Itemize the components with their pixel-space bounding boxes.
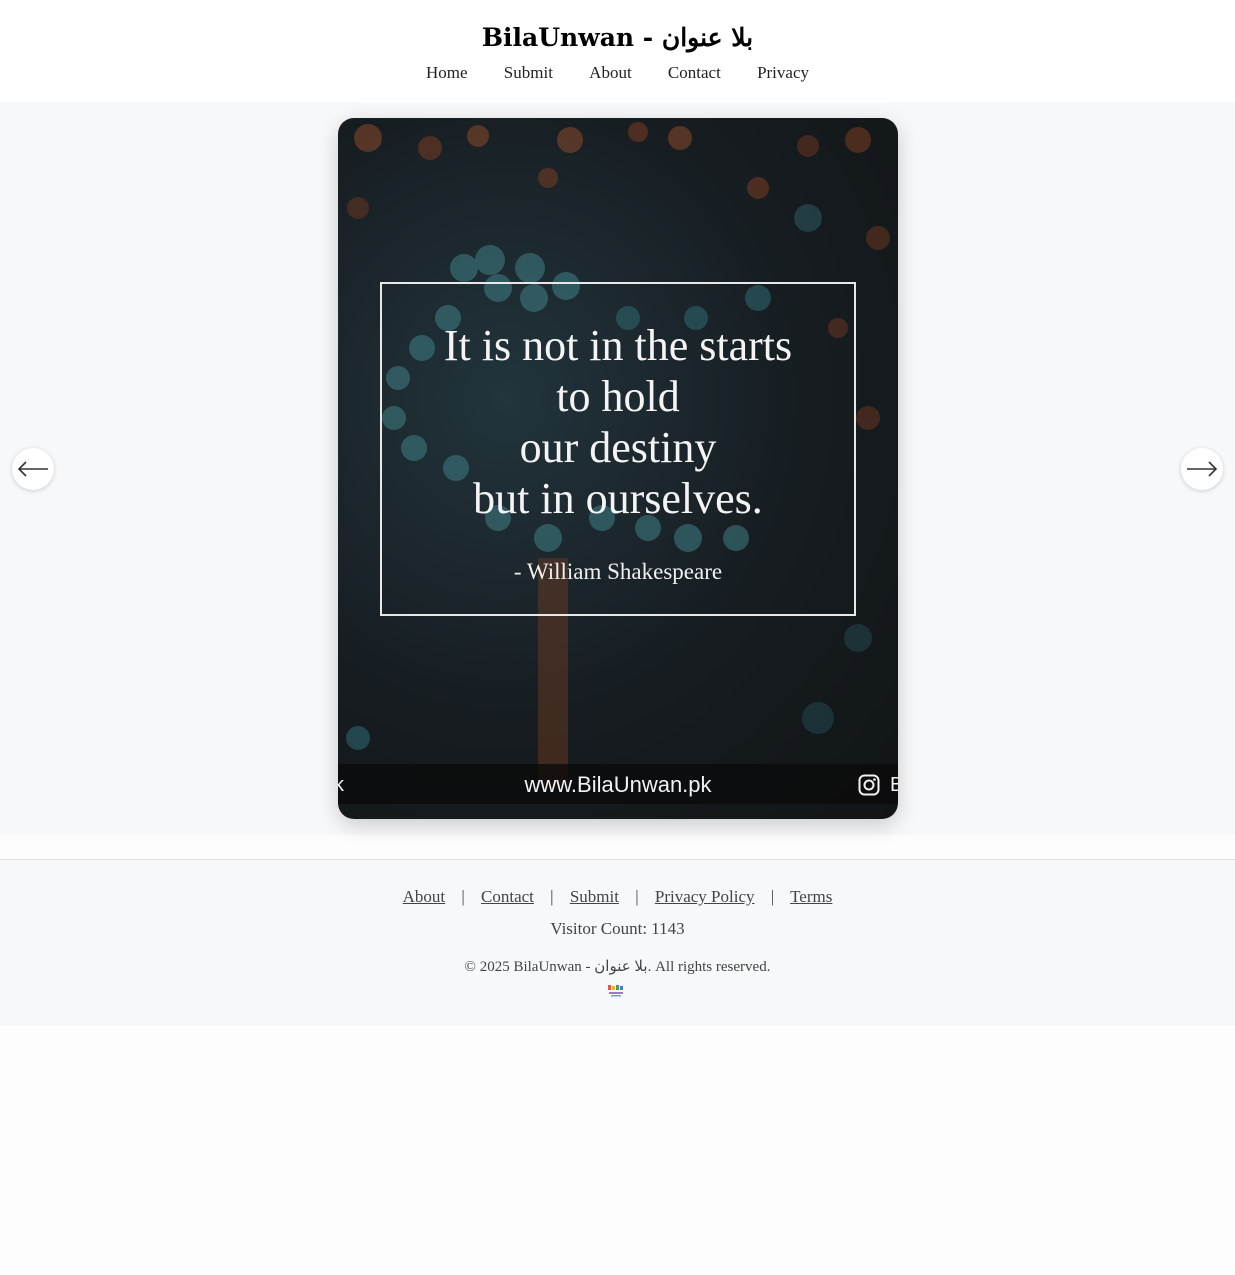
copyright-text: © 2025 BilaUnwan - بلا عنوان. All rights… <box>464 959 771 975</box>
quote-slider: It is not in the starts to hold our dest… <box>0 102 1235 835</box>
quote-line: but in ourselves. <box>473 474 763 523</box>
instagram-icon <box>858 774 880 796</box>
main-nav: Home Submit About Contact Privacy <box>0 62 1235 84</box>
footer-separator: | <box>770 887 775 906</box>
quote-line: It is not in the starts <box>443 321 793 370</box>
quote-text: It is not in the starts to hold our dest… <box>382 320 854 524</box>
site-footer: About | Contact | Submit | Privacy Polic… <box>0 859 1235 1026</box>
nav-item-submit[interactable]: Submit <box>504 62 553 84</box>
watermark-right-fragment: B <box>890 774 898 796</box>
site-logo-icon <box>608 985 623 997</box>
footer-separator: | <box>461 887 465 906</box>
watermark-bar: k www.BilaUnwan.pk B <box>338 764 898 804</box>
footer-link-contact[interactable]: Contact <box>481 887 534 906</box>
nav-item-contact[interactable]: Contact <box>668 62 721 84</box>
slider-prev-button[interactable] <box>12 448 54 490</box>
visitor-count: Visitor Count: 1143 <box>550 919 685 938</box>
footer-separator: | <box>635 887 639 906</box>
arrow-left-icon <box>17 461 48 477</box>
nav-item-about[interactable]: About <box>589 62 632 84</box>
footer-link-terms[interactable]: Terms <box>790 887 832 906</box>
watermark-url: www.BilaUnwan.pk <box>524 772 712 797</box>
quote-line: to hold <box>556 372 680 421</box>
quote-author: - William Shakespeare <box>513 559 723 584</box>
footer-link-privacy-policy[interactable]: Privacy Policy <box>655 887 755 906</box>
quote-line: our destiny <box>519 423 717 472</box>
site-header: BilaUnwan - بلا عنوان Home Submit About … <box>0 0 1235 102</box>
quote-slide-image: It is not in the starts to hold our dest… <box>338 118 898 819</box>
site-title: BilaUnwan - بلا عنوان <box>481 23 754 52</box>
arrow-right-icon <box>1187 461 1218 477</box>
nav-item-privacy[interactable]: Privacy <box>757 62 809 84</box>
footer-link-submit[interactable]: Submit <box>570 887 619 906</box>
nav-item-home[interactable]: Home <box>426 62 468 84</box>
quote-frame: It is not in the starts to hold our dest… <box>380 282 856 616</box>
slider-next-button[interactable] <box>1181 448 1223 490</box>
watermark-right: B <box>858 773 898 797</box>
footer-separator: | <box>550 887 554 906</box>
footer-links: About | Contact | Submit | Privacy Polic… <box>0 886 1235 908</box>
footer-link-about[interactable]: About <box>403 887 446 906</box>
